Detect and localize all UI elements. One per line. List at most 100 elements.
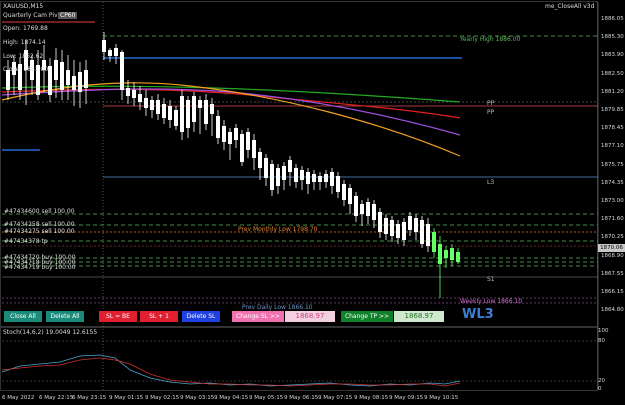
candle-body [222,126,226,142]
candle-body [336,176,340,192]
price-axis-label: 1885.30 [601,34,624,41]
order-label: #47434600 sell 100.00 [4,208,75,215]
candle-body [378,212,382,232]
candle-body [432,232,436,252]
level-l3: L3 [487,179,495,186]
time-axis-label: 9 May 05:15 [249,395,284,401]
candle-body [114,48,118,56]
sl-plus-button[interactable]: SL + 1 [140,311,178,322]
candle-body [354,196,358,216]
level-pp2: PP [487,109,495,116]
candle-body [60,62,64,90]
candle-body [168,106,172,120]
candle-body [270,164,274,190]
level-daily-high: Yearly High 1886.00 [460,36,521,43]
candle-body [156,100,160,114]
order-label: #47434258 sell 100.00 [4,221,75,228]
time-axis-label: 9 May 10:15 [424,395,459,401]
level-prev-daily-low: Prev Daily Low 1866.10 [242,304,313,311]
candle-body [48,66,52,95]
sl-be-button[interactable]: SL = BE [99,311,137,322]
price-axis-label: 1873.00 [601,198,624,204]
candle-body [306,172,310,184]
candle-body [414,218,418,232]
price-axis-label: 1882.50 [601,70,624,77]
candle-body [54,60,58,80]
price-axis-label: 1886.05 [601,16,624,22]
time-axis-label: 9 May 07:15 [318,395,353,401]
price-axis-label: 1877.10 [601,143,624,150]
candle-body [312,174,316,182]
candle-body [126,88,130,96]
time-axis-label: 9 May 04:15 [214,395,249,401]
candle-body [258,152,262,168]
time-axis-label: 6 May 22:15 [39,395,74,401]
candle-body [420,220,424,244]
candle-body [318,176,322,182]
candle-body [246,132,250,150]
time-axis-label: 6 May 23:15 [72,395,107,401]
delete-sl-button[interactable]: Delete SL [182,311,220,322]
tp-value-field[interactable]: 1868.97 [394,311,444,322]
candle-body [360,204,364,214]
candle-body [450,248,454,260]
candle-body [198,100,202,108]
candle-body [72,76,76,90]
info-high: High: 1874.14 [3,39,46,46]
pivot-badge: CP60 [58,12,78,19]
candle-body [174,110,178,126]
time-axis-label: 9 May 03:15 [180,395,215,401]
symbol-label: XAUUSD,M15 [3,3,44,10]
candle-body [264,158,268,178]
candle-body [384,218,388,234]
candle-body [408,216,412,230]
price-axis-label: 1875.75 [601,161,624,168]
delete-all-button[interactable]: Delete All [46,311,84,322]
candle-body [216,116,220,138]
candle-body [330,172,334,186]
candle-body [282,166,286,180]
candle-body [438,244,442,264]
candle-body [192,96,196,122]
time-axis-label: 9 May 09:15 [389,395,424,401]
candle-body [66,70,70,85]
candle-body [180,96,184,132]
candle-body [108,50,112,56]
price-axis-label: 1881.20 [601,88,624,95]
candle-body [342,184,346,200]
price-axis-label: 1879.85 [601,107,624,113]
sl-value-field[interactable]: 1868.97 [285,311,335,322]
price-axis-label: 1871.60 [601,216,624,223]
candle-body [138,94,142,102]
chart-canvas[interactable] [0,0,625,405]
candle-body [162,104,166,118]
order-label: #47434378 tp [4,238,48,245]
info-open: Open: 1769.88 [3,25,48,32]
level-pp1: PP [487,100,495,107]
candle-body [228,132,232,144]
order-label: #47434719 buy 100.00 [4,264,76,271]
stoch-axis-80: 80 [598,338,605,344]
candle-body [288,160,292,172]
candle-body [132,90,136,98]
price-axis-label: 1867.55 [601,270,624,277]
close-all-button[interactable]: Close All [4,311,42,322]
info-close: Close: 1861.00 [3,66,49,73]
candle-body [366,202,370,216]
price-axis-label: 1870.25 [601,234,624,241]
candle-body [402,222,406,240]
stoch-label: Stoch(14,6,2) 19.0049 12.6155 [3,329,98,336]
candle-body [150,100,154,110]
change-tp-button[interactable]: Change TP >> [341,311,393,322]
time-axis-label: 9 May 01:15 [109,395,144,401]
candle-body [252,140,256,158]
candle-body [426,224,430,246]
price-axis-label: 1864.80 [601,307,624,314]
candle-body [240,134,244,162]
order-label: #47434275 sell 100.00 [4,228,75,235]
price-axis-label: 1866.15 [601,289,624,295]
candle-body [102,40,106,52]
candle-body [234,128,238,140]
time-axis-label: 9 May 06:15 [284,395,319,401]
change-sl-button[interactable]: Change SL >> [232,311,284,322]
